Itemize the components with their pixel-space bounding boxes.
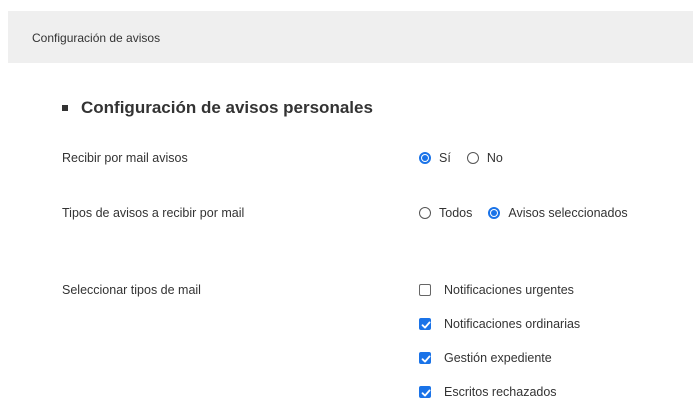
checkbox-notificaciones-ordinarias-label: Notificaciones ordinarias [444, 317, 581, 331]
receive-mail-label: Recibir por mail avisos [62, 151, 188, 165]
checkmark-icon [421, 389, 431, 397]
receive-mail-radio-group: Sí No [419, 151, 503, 165]
section-title: Configuración de avisos personales [81, 98, 373, 117]
radio-no[interactable] [466, 152, 479, 164]
checkmark-icon [421, 355, 431, 363]
radio-si[interactable] [419, 152, 431, 164]
radio-avisos-seleccionados[interactable] [488, 207, 501, 219]
page-title: Configuración de avisos [32, 31, 161, 45]
mail-types-label: Seleccionar tipos de mail [62, 283, 201, 297]
radio-todos[interactable] [419, 207, 431, 219]
checkbox-notificaciones-ordinarias[interactable] [419, 318, 431, 330]
checkbox-row-notificaciones-urgentes[interactable]: Notificaciones urgentes [419, 283, 574, 297]
notice-types-radio-group: Todos Avisos seleccionados [419, 206, 628, 220]
radio-todos-label: Todos [439, 206, 473, 220]
checkmark-icon [421, 321, 431, 329]
checkbox-notificaciones-urgentes[interactable] [419, 284, 431, 296]
notice-types-label: Tipos de avisos a recibir por mail [62, 206, 245, 220]
checkbox-row-escritos-rechazados[interactable]: Escritos rechazados [419, 385, 557, 399]
checkbox-escritos-rechazados-label: Escritos rechazados [444, 385, 557, 399]
checkbox-gestion-expediente-label: Gestión expediente [444, 351, 552, 365]
radio-option-avisos-seleccionados[interactable]: Avisos seleccionados [488, 206, 628, 220]
radio-si-label: Sí [439, 151, 451, 165]
checkbox-escritos-rechazados[interactable] [419, 386, 431, 398]
checkbox-row-gestion-expediente[interactable]: Gestión expediente [419, 351, 552, 365]
square-bullet-icon [62, 105, 68, 111]
checkbox-notificaciones-urgentes-label: Notificaciones urgentes [444, 283, 574, 297]
radio-no-label: No [486, 151, 503, 165]
radio-option-si[interactable]: Sí [419, 151, 451, 165]
radio-option-todos[interactable]: Todos [419, 206, 472, 220]
section-heading: Configuración de avisos personales [62, 98, 373, 118]
page-header: Configuración de avisos [8, 11, 693, 63]
radio-option-no[interactable]: No [466, 151, 503, 165]
checkbox-row-notificaciones-ordinarias[interactable]: Notificaciones ordinarias [419, 317, 580, 331]
checkbox-gestion-expediente[interactable] [419, 352, 431, 364]
radio-avisos-seleccionados-label: Avisos seleccionados [508, 206, 628, 220]
